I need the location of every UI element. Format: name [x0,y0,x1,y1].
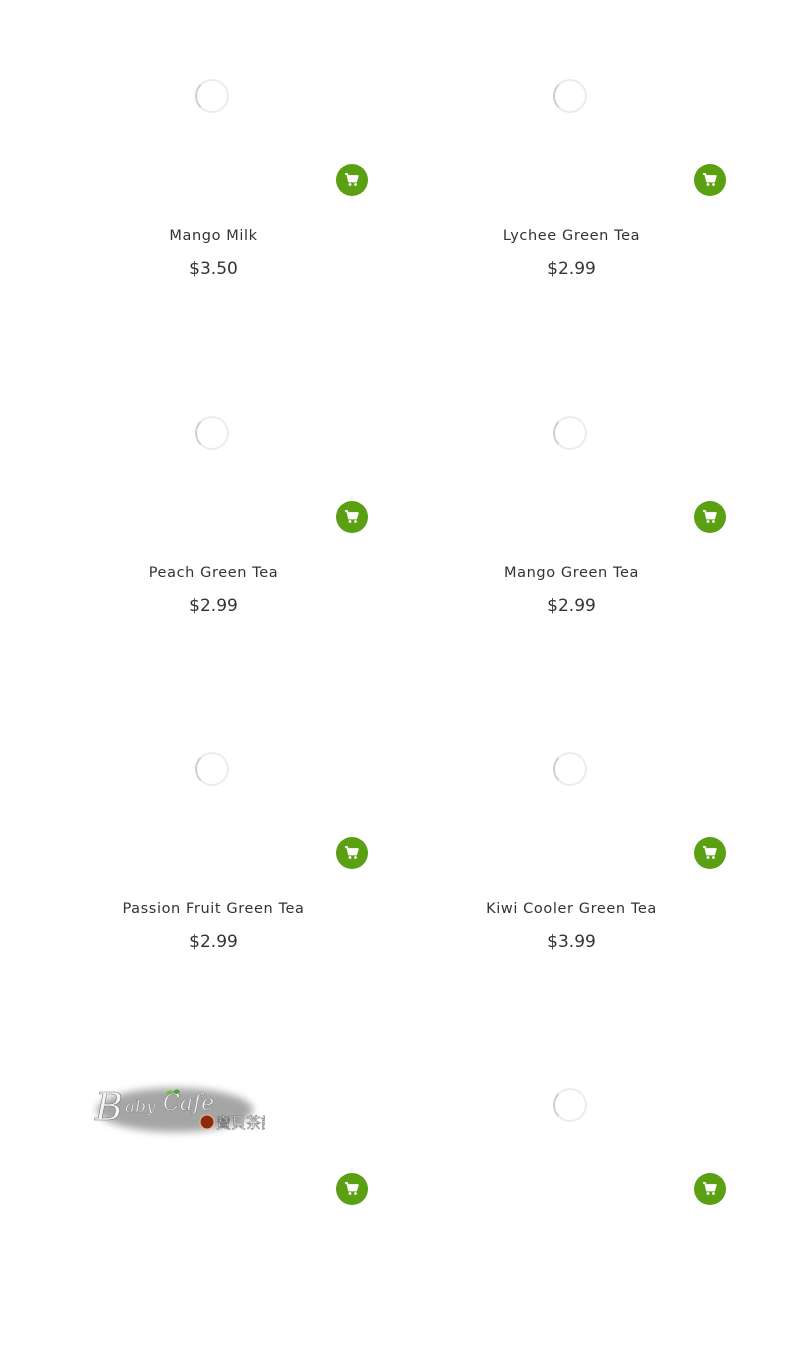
product-name[interactable]: Kiwi Cooler Green Tea [393,901,750,917]
loading-spinner-icon [553,1088,587,1122]
loading-spinner-icon [553,79,587,113]
add-to-cart-button[interactable] [694,501,726,533]
add-to-cart-button[interactable] [694,837,726,869]
loading-spinner-icon [195,416,229,450]
product-card[interactable]: Peach Green Tea $2.99 [35,337,392,673]
product-name[interactable]: Peach Green Tea [35,565,392,581]
baby-cafe-logo: B aby Cafe 寶貝茶記 [94,1085,265,1133]
shopping-cart-icon [345,1182,359,1195]
product-card[interactable]: Mango Milk $3.50 [35,0,392,336]
product-price: $3.50 [189,259,238,279]
svg-text:B: B [94,1085,123,1129]
svg-text:寶貝茶記: 寶貝茶記 [216,1114,265,1132]
add-to-cart-button[interactable] [694,164,726,196]
svg-text:Cafe: Cafe [163,1091,214,1116]
loading-spinner-icon [553,752,587,786]
product-name[interactable]: Mango Milk [35,228,392,244]
product-price: $2.99 [189,932,238,952]
shopping-cart-icon [345,510,359,523]
product-card[interactable]: Passion Fruit Green Tea $2.99 [35,673,392,1009]
add-to-cart-button[interactable] [336,501,368,533]
product-price: $2.99 [547,259,596,279]
loading-spinner-icon [195,79,229,113]
shopping-cart-icon [703,846,717,859]
product-card[interactable] [393,1009,750,1345]
product-price: $2.99 [547,596,596,616]
product-card[interactable] [35,1009,392,1345]
product-card[interactable]: Mango Green Tea $2.99 [393,337,750,673]
add-to-cart-button[interactable] [336,837,368,869]
add-to-cart-button[interactable] [694,1173,726,1205]
shopping-cart-icon [345,173,359,186]
shopping-cart-icon [703,510,717,523]
product-name[interactable]: Passion Fruit Green Tea [35,901,392,917]
svg-text:aby: aby [125,1097,156,1117]
product-name[interactable]: Mango Green Tea [393,565,750,581]
product-price: $2.99 [189,596,238,616]
shopping-cart-icon [703,173,717,186]
product-card[interactable]: Lychee Green Tea $2.99 [393,0,750,336]
loading-spinner-icon [195,752,229,786]
loading-spinner-icon [553,416,587,450]
add-to-cart-button[interactable] [336,1173,368,1205]
shopping-cart-icon [345,846,359,859]
product-card[interactable]: Kiwi Cooler Green Tea $3.99 [393,673,750,1009]
product-name[interactable]: Lychee Green Tea [393,228,750,244]
product-price: $3.99 [547,932,596,952]
shopping-cart-icon [703,1182,717,1195]
add-to-cart-button[interactable] [336,164,368,196]
